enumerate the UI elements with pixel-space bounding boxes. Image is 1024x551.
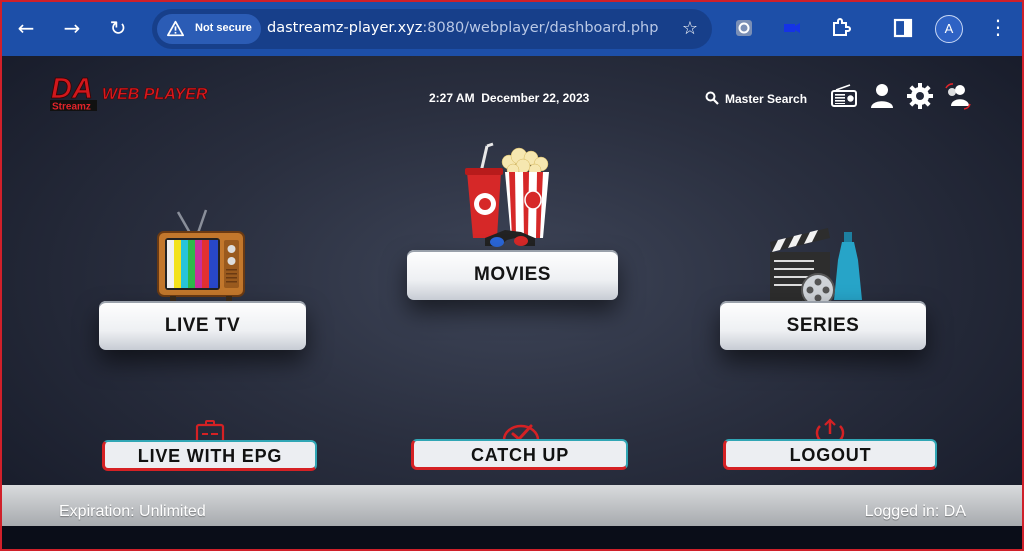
clapperboard-illustration bbox=[770, 228, 862, 312]
series-tile[interactable]: SERIES bbox=[720, 301, 926, 350]
extension-video-icon[interactable] bbox=[783, 19, 801, 37]
radio-icon[interactable] bbox=[830, 82, 858, 110]
catch-up-label: CATCH UP bbox=[470, 445, 570, 465]
logout-button[interactable]: LOGOUT bbox=[723, 439, 937, 470]
tv-illustration bbox=[157, 209, 245, 304]
logo-title-text: WEB PLAYER bbox=[102, 86, 208, 103]
live-with-epg-button[interactable]: LIVE WITH EPG bbox=[102, 440, 317, 471]
user-profile-icon[interactable] bbox=[868, 82, 896, 110]
browser-toolbar: ← → ↻ Not secure dastreamz-player.xyz:80… bbox=[2, 2, 1022, 56]
popcorn-illustration bbox=[465, 142, 549, 247]
url-text[interactable]: dastreamz-player.xyz:8080/webplayer/dash… bbox=[267, 20, 658, 36]
logo-streamz-text: Streamz bbox=[52, 102, 91, 113]
address-bar[interactable]: Not secure dastreamz-player.xyz:8080/web… bbox=[152, 9, 712, 49]
logout-label: LOGOUT bbox=[789, 445, 872, 465]
switch-user-icon[interactable] bbox=[944, 82, 972, 110]
window-frame: ← → ↻ Not secure dastreamz-player.xyz:80… bbox=[0, 0, 1024, 551]
security-chip[interactable]: Not secure bbox=[157, 14, 261, 44]
reload-icon[interactable]: ↻ bbox=[104, 14, 132, 42]
catch-up-button[interactable]: CATCH UP bbox=[411, 439, 628, 470]
movies-tile[interactable]: MOVIES bbox=[407, 250, 618, 300]
url-host: dastreamz-player.xyz bbox=[267, 20, 423, 36]
clock-time: 2:27 AM bbox=[429, 91, 475, 105]
webplayer-dashboard: DA Streamz WEB PLAYER 2:27 AM December 2… bbox=[2, 56, 1022, 549]
extensions-puzzle-icon[interactable] bbox=[831, 17, 851, 37]
settings-gear-icon[interactable] bbox=[906, 82, 934, 110]
search-icon bbox=[705, 91, 719, 105]
live-with-epg-label: LIVE WITH EPG bbox=[137, 446, 283, 466]
star-icon[interactable]: ☆ bbox=[682, 18, 698, 39]
kebab-menu-icon[interactable]: ⋮ bbox=[988, 15, 1008, 39]
security-label: Not secure bbox=[195, 22, 252, 34]
back-arrow-icon[interactable]: ← bbox=[12, 14, 40, 42]
forward-arrow-icon[interactable]: → bbox=[58, 14, 86, 42]
url-path: :8080/webplayer/dashboard.php bbox=[422, 20, 659, 36]
search-label: Master Search bbox=[725, 92, 808, 106]
live-tv-label: LIVE TV bbox=[164, 314, 241, 336]
status-footer: Expiration: Unlimited Logged in: DA bbox=[2, 485, 1022, 526]
warning-icon bbox=[167, 20, 184, 37]
movies-label: MOVIES bbox=[474, 264, 551, 285]
logged-in-text: Logged in: DA bbox=[864, 503, 966, 520]
profile-avatar[interactable]: A bbox=[935, 15, 963, 43]
extension-gear-icon[interactable] bbox=[735, 19, 753, 37]
sidebar-panel-icon[interactable] bbox=[893, 18, 913, 38]
app-logo: DA Streamz WEB PLAYER bbox=[50, 73, 208, 113]
master-search-button[interactable]: Master Search bbox=[705, 90, 807, 108]
datetime: 2:27 AM December 22, 2023 bbox=[429, 91, 589, 105]
expiration-text: Expiration: Unlimited bbox=[59, 503, 206, 520]
bottom-strip bbox=[2, 526, 1022, 549]
clock-date: December 22, 2023 bbox=[481, 91, 590, 105]
live-tv-tile[interactable]: LIVE TV bbox=[99, 301, 306, 350]
series-label: SERIES bbox=[786, 314, 860, 336]
